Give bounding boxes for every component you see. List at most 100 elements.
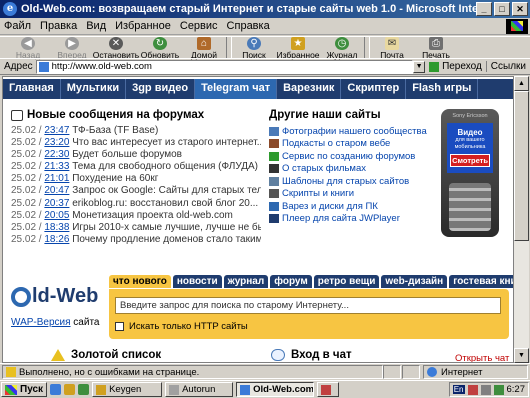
scroll-up-button[interactable]: ▲ — [514, 76, 529, 91]
task-keygen[interactable]: Keygen — [92, 382, 163, 397]
scroll-thumb[interactable] — [514, 91, 529, 241]
scroll-down-button[interactable]: ▼ — [514, 348, 529, 363]
search-button[interactable]: ⚲ Поиск — [232, 37, 276, 60]
search-input[interactable]: Введите запрос для поиска по старому Инт… — [115, 297, 501, 314]
maximize-button[interactable]: □ — [494, 2, 510, 16]
other-site-link[interactable]: О старых фильмах — [282, 163, 366, 174]
forum-topic[interactable]: ТФ-База (TF Base) — [72, 125, 158, 136]
forum-time-link[interactable]: 21:33 — [44, 161, 69, 172]
other-site-link[interactable]: Шаблоны для старых сайтов — [282, 176, 409, 187]
folder-quicklaunch-icon[interactable] — [64, 384, 76, 395]
other-site-item[interactable]: Скрипты и книги — [269, 188, 429, 201]
http-only-checkbox[interactable]: Искать только HTTP сайты — [115, 321, 248, 332]
phone-ad-banner[interactable]: Sony Ericsson Видео для вашего мобильник… — [441, 109, 499, 237]
tab-web-design[interactable]: web-дизайн — [381, 275, 448, 288]
forum-time-link[interactable]: 20:05 — [44, 210, 69, 221]
network-icon[interactable] — [493, 384, 504, 395]
site-logo[interactable]: ld-Web — [11, 285, 98, 308]
forum-time-link[interactable]: 23:20 — [44, 137, 69, 148]
language-indicator[interactable]: En — [452, 385, 465, 394]
task-old-web[interactable]: Old-Web.com: в... — [236, 382, 315, 397]
other-site-item[interactable]: Фотографии нашего сообщества — [269, 125, 429, 138]
close-button[interactable]: ✕ — [512, 2, 528, 16]
nav-home[interactable]: Главная — [3, 79, 61, 99]
other-site-item[interactable]: Плеер для сайта JWPlayer — [269, 213, 429, 226]
nav-3gp-video[interactable]: 3gp видео — [126, 79, 196, 99]
other-site-item[interactable]: Сервис по созданию форумов — [269, 150, 429, 163]
refresh-button[interactable]: ↻ Обновить — [138, 37, 182, 60]
forum-topic[interactable]: Будет больше форумов — [72, 149, 182, 160]
forum-topic[interactable]: Игры 2010-х самые лучшие, лучше не был..… — [72, 222, 261, 233]
address-field[interactable]: http://www.old-web.com — [35, 59, 414, 74]
favorites-button[interactable]: ★ Избранное — [276, 37, 320, 60]
speaker-icon[interactable] — [480, 384, 491, 395]
forum-topic[interactable]: erikoblog.ru: восстановил свой блог 20..… — [72, 198, 258, 209]
other-site-link[interactable]: Плеер для сайта JWPlayer — [282, 213, 400, 224]
nav-cartoons[interactable]: Мультики — [61, 79, 127, 99]
other-site-item[interactable]: О старых фильмах — [269, 163, 429, 176]
nav-telegram-chat[interactable]: Telegram чат — [195, 79, 278, 99]
other-site-item[interactable]: Варез и диски для ПК — [269, 200, 429, 213]
stop-button[interactable]: ✕ Остановить — [93, 37, 139, 60]
tray-app-icon[interactable] — [467, 384, 478, 395]
forum-time-link[interactable]: 18:26 — [44, 234, 69, 245]
address-dropdown-button[interactable]: ▼ — [413, 60, 426, 73]
clock[interactable]: 6:27 — [507, 384, 526, 395]
tab-journal[interactable]: журнал — [223, 275, 269, 288]
other-site-item[interactable]: Подкасты о старом вебе — [269, 138, 429, 151]
title-bar[interactable]: e Old-Web.com: возвращаем старый Интерне… — [0, 0, 530, 18]
minimize-button[interactable]: _ — [476, 2, 492, 16]
other-site-link[interactable]: Фотографии нашего сообщества — [282, 126, 427, 137]
forum-time-link[interactable]: 20:37 — [44, 198, 69, 209]
desktop-quicklaunch-icon[interactable] — [78, 384, 90, 395]
task-autorun[interactable]: Autorun — [165, 382, 234, 397]
history-button[interactable]: ◷ Журнал — [320, 37, 364, 60]
vertical-scrollbar[interactable]: ▲ ▼ — [514, 76, 529, 363]
forum-topic[interactable]: Похудение на 60кг — [72, 173, 158, 184]
tab-guestbook[interactable]: гостевая книга — [449, 275, 513, 288]
other-site-link[interactable]: Скрипты и книги — [282, 188, 354, 199]
tab-news[interactable]: новости — [172, 275, 222, 288]
forward-button[interactable]: ▶ Вперед — [50, 37, 94, 60]
tab-retro[interactable]: ретро вещи — [313, 275, 380, 288]
forum-topic[interactable]: Запрос ок Google: Сайты для старых тел..… — [72, 185, 261, 196]
status-message[interactable]: Выполнено, но с ошибками на странице. — [2, 365, 383, 379]
print-button[interactable]: ⎙ Печать — [414, 37, 458, 60]
forum-time-link[interactable]: 18:38 — [44, 222, 69, 233]
nav-flash-games[interactable]: Flash игры — [406, 79, 479, 99]
task-other[interactable] — [317, 382, 340, 397]
forum-topic[interactable]: Монетизация проекта old-web.com — [72, 210, 233, 221]
forum-time-link[interactable]: 21:01 — [44, 173, 69, 184]
menu-file[interactable]: Файл — [4, 20, 31, 32]
nav-scripter[interactable]: Скриптер — [341, 79, 407, 99]
menu-view[interactable]: Вид — [86, 20, 106, 32]
tab-whats-new[interactable]: что нового — [109, 275, 171, 288]
back-button[interactable]: ◀ Назад — [6, 37, 50, 60]
other-site-link[interactable]: Подкасты о старом вебе — [282, 138, 390, 149]
forum-time-link[interactable]: 20:47 — [44, 185, 69, 196]
home-button[interactable]: ⌂ Домой — [182, 37, 226, 60]
menu-edit[interactable]: Правка — [40, 20, 77, 32]
tab-forum[interactable]: форум — [270, 275, 312, 288]
ie-quicklaunch-icon[interactable] — [50, 384, 62, 395]
forum-topic[interactable]: Почему продление доменов стало таким д..… — [72, 234, 261, 245]
open-chat-link[interactable]: Открыть чат — [455, 353, 509, 362]
mail-button[interactable]: ✉ Почта — [370, 37, 414, 60]
forum-topic[interactable]: Что вас интересует из старого интернет..… — [72, 137, 261, 148]
wap-link[interactable]: WAP-Версия — [11, 317, 71, 328]
links-button[interactable]: Ссылки — [485, 61, 526, 72]
other-site-link[interactable]: Варез и диски для ПК — [282, 201, 378, 212]
menu-favorites[interactable]: Избранное — [115, 20, 171, 32]
start-button[interactable]: Пуск — [1, 382, 48, 397]
forum-time-link[interactable]: 23:47 — [44, 125, 69, 136]
ad-watch-button[interactable]: Смотреть — [450, 154, 490, 167]
menu-help[interactable]: Справка — [227, 20, 270, 32]
forum-topic[interactable]: Тема для свободного общения (ФЛУДА) — [72, 161, 258, 172]
menu-tools[interactable]: Сервис — [180, 20, 218, 32]
forum-time-link[interactable]: 22:30 — [44, 149, 69, 160]
other-site-link[interactable]: Сервис по созданию форумов — [282, 151, 415, 162]
nav-warez[interactable]: Варезник — [277, 79, 342, 99]
other-site-item[interactable]: Шаблоны для старых сайтов — [269, 175, 429, 188]
go-button[interactable]: Переход — [429, 61, 482, 72]
ad-headline: Видео — [457, 128, 483, 137]
